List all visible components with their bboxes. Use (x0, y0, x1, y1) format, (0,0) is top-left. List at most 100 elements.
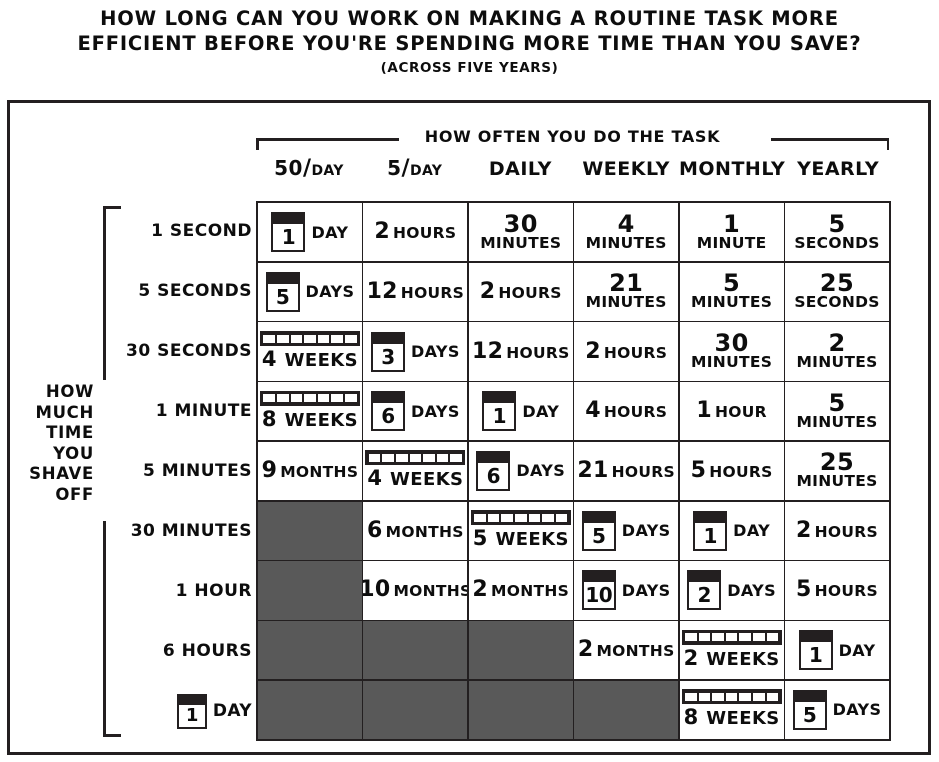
calendar-icon-number: 1 (185, 704, 199, 726)
column-header-denominator: Day (311, 163, 344, 179)
cell-value: 4 Minutes (586, 212, 667, 252)
row-label-unit: Day (212, 701, 252, 721)
cell-value: 25 Seconds (794, 271, 879, 311)
grid-cell: 5 Seconds (785, 203, 889, 262)
cell-number: 5 (828, 388, 846, 417)
cell-value: 5 Hours (690, 457, 773, 483)
week-strip-day-box (739, 692, 751, 701)
grid-cell: 2 Days (679, 561, 784, 620)
cell-value: 12 Hours (472, 340, 570, 363)
row-label-calendar-value: 1 Day (176, 693, 252, 729)
week-strip-icon (259, 390, 360, 406)
cell-value: 30 Minutes (691, 331, 772, 371)
grid-cell: 30 Minutes (468, 203, 573, 262)
week-strip-day-box (712, 633, 724, 642)
week-strip-day-box (501, 513, 514, 522)
week-strip-day-box (304, 334, 316, 343)
cell-value: 5 Seconds (794, 209, 879, 252)
cell-unit: Minutes (691, 293, 773, 312)
row-1-minute: 1 Minute (126, 381, 252, 441)
cell-value: 12 Hours (367, 280, 465, 303)
grid-cell: 21 Hours (574, 441, 679, 501)
grid-cell-empty (363, 621, 468, 680)
cell-calendar-value: 1 Day (693, 510, 771, 551)
calendar-icon-number: 1 (281, 225, 296, 250)
row-bracket-top-tick (103, 206, 121, 209)
calendar-icon-header-bar (267, 273, 298, 284)
cell-number: 5 (828, 209, 846, 238)
cell-value: 1 Minute (697, 212, 767, 252)
cell-value: 2 Hours (479, 278, 562, 304)
grid-cell: 25 Minutes (785, 441, 889, 501)
column-header-row: 50/Day 5/Day Daily Weekly Monthly Yearly (256, 152, 891, 192)
grid-cell: 2 Minutes (785, 322, 889, 381)
week-strip-day-box (766, 633, 779, 642)
cell-unit: Hours (814, 522, 878, 541)
cell-value: 21 Minutes (586, 269, 667, 311)
grid-cell-empty (258, 621, 362, 680)
calendar-icon: 5 (581, 510, 616, 551)
cell-week-text: 8 Weeks (684, 706, 780, 730)
grid-cell: 5 Days (574, 501, 679, 560)
row-bracket-upper-line (103, 206, 106, 380)
calendar-icon-number: 6 (486, 463, 501, 488)
calendar-icon-number: 5 (802, 702, 817, 727)
calendar-icon-header-bar (478, 452, 509, 463)
cell-unit: Minutes (796, 412, 878, 431)
cell-unit: Minutes (480, 233, 562, 252)
cell-week-text: 2 Weeks (684, 647, 780, 671)
cell-number: 2 (577, 637, 594, 663)
cell-calendar-value: 1 Day (271, 212, 348, 253)
week-strip-day-box (739, 633, 751, 642)
cell-value: 30 Minutes (480, 212, 562, 252)
col-5-per-day: 5/Day (362, 152, 468, 192)
calendar-icon-header-bar (800, 632, 831, 643)
row-30-minutes: 30 Minutes (126, 501, 252, 561)
cell-number: 2 (585, 338, 601, 364)
grid-cell: 4 Hours (574, 382, 679, 441)
calendar-icon-number: 1 (492, 404, 507, 429)
week-strip-day-box (344, 394, 357, 403)
cell-number: 8 (683, 705, 699, 730)
column-header-slash: / (401, 156, 411, 181)
week-strip-day-box (766, 692, 779, 701)
cell-number: 10 (363, 577, 391, 603)
grid-cell: 6 Days (468, 441, 573, 501)
cell-unit: Minutes (796, 472, 878, 491)
grid-cell: 5 Minutes (679, 262, 784, 321)
week-strip-day-box (712, 692, 724, 701)
calendar-icon-header-bar (689, 572, 720, 583)
cell-number: 2 (479, 278, 496, 304)
cell-unit: Hours (603, 403, 668, 422)
calendar-icon: 3 (370, 331, 405, 372)
tradeoff-grid: 1 Day 2 Hours 30 Minutes 4 Minutes 1 Minute 5 Secon… (256, 201, 891, 741)
week-strip-icon (681, 689, 782, 705)
calendar-icon: 5 (265, 271, 300, 312)
row-header-column: 1 Second 5 Seconds 30 Seconds 1 Minute 5 Min… (126, 201, 252, 741)
week-strip-day-box (753, 692, 765, 701)
grid-cell: 5 Days (785, 680, 889, 739)
week-strip-day-box (382, 453, 395, 462)
cell-value: 25 Minutes (796, 450, 878, 491)
grid-cell: 1 Minute (679, 203, 784, 262)
cell-number: 8 (261, 406, 277, 431)
cell-value: 6 Months (367, 519, 464, 542)
cell-week-value: 8 Weeks (681, 689, 782, 730)
week-strip-icon (259, 331, 360, 347)
cell-unit: Day (733, 521, 771, 541)
cell-calendar-value: 6 Days (370, 391, 460, 432)
cell-number: 21 (609, 269, 644, 298)
week-strip-day-box (423, 453, 435, 462)
grid-cell: 6 Months (363, 501, 468, 560)
grid-cell: 6 Days (363, 382, 468, 441)
week-strip-day-box (542, 513, 554, 522)
week-strip-day-box (685, 633, 697, 642)
cell-number: 5 (690, 457, 707, 483)
calendar-icon-number: 6 (381, 404, 395, 429)
week-strip-day-box (753, 633, 765, 642)
row-label-text: 5 Minutes (143, 461, 252, 481)
column-axis-label: How often you do the task (424, 127, 721, 146)
cell-number: 2 (683, 645, 699, 670)
grid-cell-empty (258, 680, 362, 739)
cell-number: 2 (796, 517, 812, 543)
